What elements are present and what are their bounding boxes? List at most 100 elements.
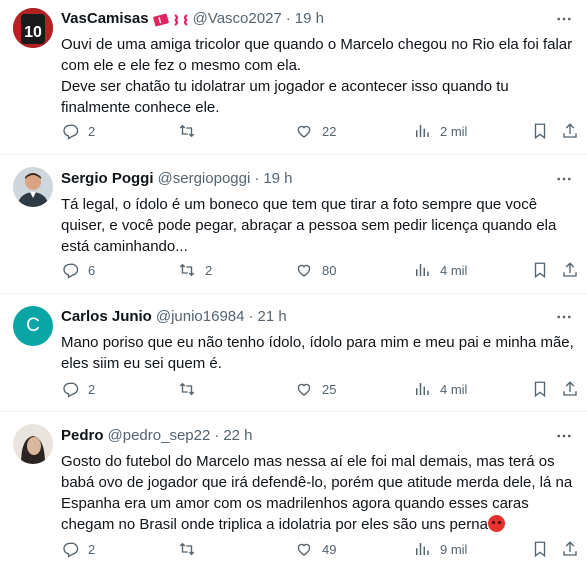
reply-tweet[interactable]: Sergio Poggi @sergiopoggi · 19 h Tá lega… bbox=[0, 155, 587, 294]
share-icon bbox=[563, 541, 577, 556]
more-options-icon[interactable] bbox=[555, 170, 573, 188]
user-handle[interactable]: @junio16984 bbox=[156, 307, 245, 327]
action-bar: 6 2 80 4 mil bbox=[61, 261, 581, 281]
analytics-icon bbox=[416, 543, 429, 555]
separator-dot: · bbox=[254, 170, 260, 187]
svg-text:10: 10 bbox=[24, 24, 42, 41]
timestamp[interactable]: 22 h bbox=[223, 426, 252, 446]
view-count: 4 mil bbox=[440, 262, 468, 278]
reply-count: 2 bbox=[88, 541, 96, 557]
reply-count: 6 bbox=[88, 262, 96, 278]
action-bar: 2 22 2 mil bbox=[61, 122, 581, 142]
avatar[interactable] bbox=[13, 424, 53, 464]
reply-icon bbox=[63, 542, 79, 558]
user-handle[interactable]: @sergiopoggi bbox=[158, 169, 251, 189]
timestamp[interactable]: 19 h bbox=[263, 169, 292, 189]
more-options-icon[interactable] bbox=[555, 10, 573, 28]
ticket-emoji-icon bbox=[152, 13, 169, 27]
reply-tweet[interactable]: C Carlos Junio @junio16984 · 21 h Mano p… bbox=[0, 294, 587, 412]
tweet-text: Gosto do futebol do Marcelo mas nessa aí… bbox=[61, 451, 579, 535]
share-icon bbox=[563, 381, 577, 396]
retweet-count: 2 bbox=[205, 262, 213, 278]
reply-button[interactable]: 2 bbox=[61, 122, 95, 140]
bookmark-icon bbox=[534, 541, 546, 558]
reply-button[interactable]: 6 bbox=[61, 261, 95, 279]
avatar[interactable]: 10 bbox=[13, 8, 53, 48]
bookmark-icon bbox=[534, 262, 546, 279]
share-button[interactable] bbox=[561, 540, 579, 558]
like-count: 49 bbox=[322, 541, 337, 557]
display-name[interactable]: Carlos Junio bbox=[61, 307, 152, 327]
reply-count: 2 bbox=[88, 381, 96, 397]
user-handle[interactable]: @Vasco2027 bbox=[193, 9, 282, 29]
reply-icon bbox=[63, 263, 79, 279]
views-button[interactable]: 9 mil bbox=[413, 540, 467, 558]
heart-icon bbox=[297, 543, 311, 556]
bookmark-button[interactable] bbox=[531, 540, 549, 558]
timestamp[interactable]: 21 h bbox=[258, 307, 287, 327]
separator-dot: · bbox=[285, 10, 291, 27]
like-button[interactable]: 49 bbox=[295, 540, 336, 558]
like-count: 22 bbox=[322, 123, 337, 139]
avatar[interactable] bbox=[13, 167, 53, 207]
views-button[interactable]: 4 mil bbox=[413, 380, 467, 398]
like-button[interactable]: 80 bbox=[295, 261, 336, 279]
share-button[interactable] bbox=[561, 261, 579, 279]
heart-icon bbox=[297, 125, 311, 138]
retweet-button[interactable]: 2 bbox=[178, 261, 212, 279]
like-button[interactable]: 22 bbox=[295, 122, 336, 140]
anger-symbol-icon bbox=[173, 13, 189, 27]
retweet-icon bbox=[179, 124, 195, 138]
avatar[interactable]: C bbox=[13, 306, 53, 346]
share-button[interactable] bbox=[561, 380, 579, 398]
bookmark-button[interactable] bbox=[531, 380, 549, 398]
angry-face-icon bbox=[487, 515, 505, 532]
share-icon bbox=[563, 262, 577, 277]
display-name[interactable]: Sergio Poggi bbox=[61, 169, 154, 189]
tweet-text: Mano poriso que eu não tenho ídolo, ídol… bbox=[61, 334, 578, 372]
separator-dot: · bbox=[248, 308, 254, 325]
more-options-icon[interactable] bbox=[555, 308, 573, 326]
display-name[interactable]: VasCamisas bbox=[61, 9, 149, 29]
reply-tweet[interactable]: 10 VasCamisas @Vasco2027 · 19 h Ouvi de … bbox=[0, 0, 587, 155]
analytics-icon bbox=[416, 383, 429, 395]
like-count: 25 bbox=[322, 381, 337, 397]
like-count: 80 bbox=[322, 262, 337, 278]
analytics-icon bbox=[416, 264, 429, 276]
view-count: 4 mil bbox=[440, 381, 468, 397]
reply-count: 2 bbox=[88, 123, 96, 139]
reply-button[interactable]: 2 bbox=[61, 540, 95, 558]
retweet-icon bbox=[179, 542, 195, 556]
bookmark-icon bbox=[534, 381, 546, 398]
views-button[interactable]: 4 mil bbox=[413, 261, 467, 279]
retweet-button[interactable] bbox=[178, 380, 205, 398]
tweet-text: Tá legal, o ídolo é um boneco que tem qu… bbox=[61, 196, 561, 255]
timestamp[interactable]: 19 h bbox=[295, 9, 324, 29]
analytics-icon bbox=[416, 125, 429, 137]
user-handle[interactable]: @pedro_sep22 bbox=[108, 426, 211, 446]
retweet-button[interactable] bbox=[178, 540, 205, 558]
heart-icon bbox=[297, 383, 311, 396]
bookmark-button[interactable] bbox=[531, 261, 549, 279]
action-bar: 2 49 9 mil bbox=[61, 540, 581, 560]
retweet-icon bbox=[179, 382, 195, 396]
heart-icon bbox=[297, 264, 311, 277]
action-bar: 2 25 4 mil bbox=[61, 380, 581, 400]
view-count: 2 mil bbox=[440, 123, 468, 139]
more-options-icon[interactable] bbox=[555, 427, 573, 445]
share-button[interactable] bbox=[561, 122, 579, 140]
tweet-text: Ouvi de uma amiga tricolor que quando o … bbox=[61, 36, 573, 116]
retweet-icon bbox=[179, 263, 195, 277]
avatar-letter: C bbox=[26, 315, 40, 336]
bookmark-button[interactable] bbox=[531, 122, 549, 140]
bookmark-icon bbox=[534, 123, 546, 140]
share-icon bbox=[563, 123, 577, 138]
like-button[interactable]: 25 bbox=[295, 380, 336, 398]
views-button[interactable]: 2 mil bbox=[413, 122, 467, 140]
reply-tweet[interactable]: Pedro @pedro_sep22 · 22 h Gosto do futeb… bbox=[0, 412, 587, 569]
display-name[interactable]: Pedro bbox=[61, 426, 104, 446]
separator-dot: · bbox=[214, 427, 220, 444]
retweet-button[interactable] bbox=[178, 122, 205, 140]
reply-button[interactable]: 2 bbox=[61, 380, 95, 398]
view-count: 9 mil bbox=[440, 541, 468, 557]
